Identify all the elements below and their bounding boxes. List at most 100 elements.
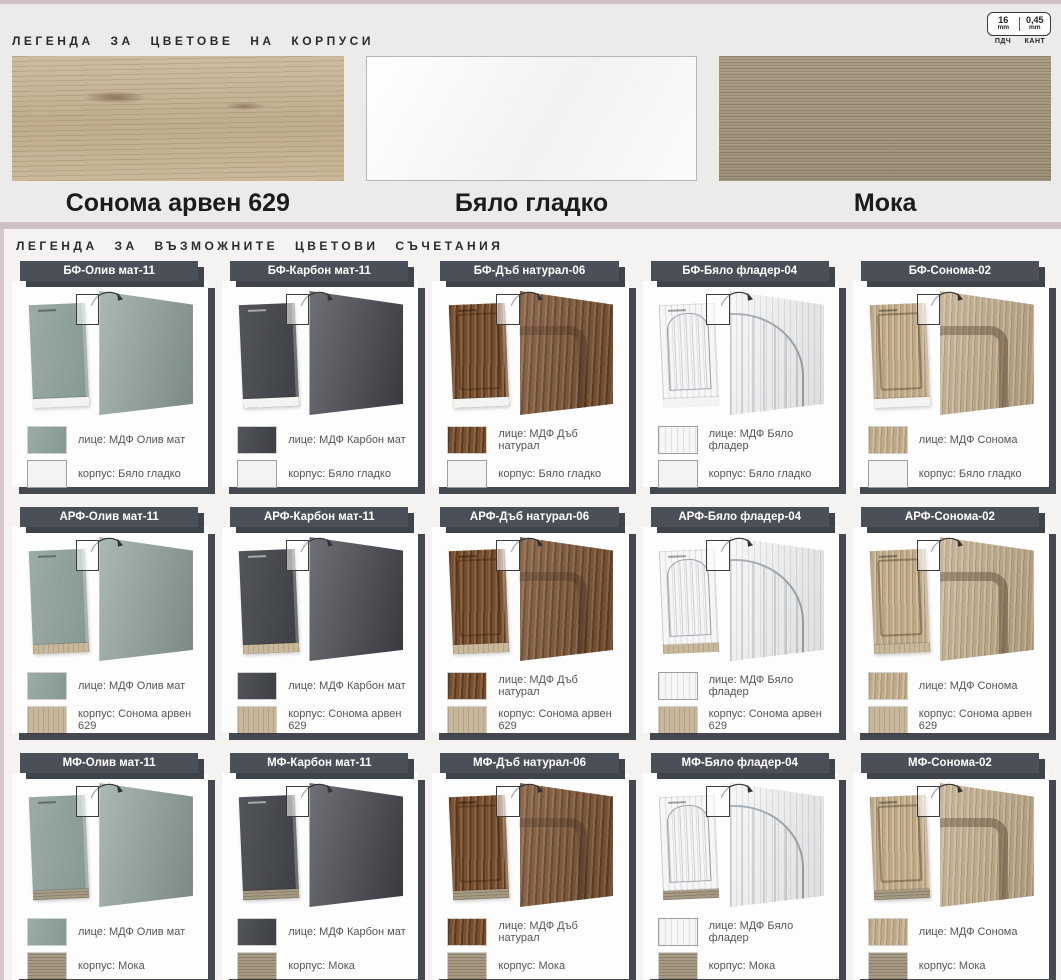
- body-label: корпус: Мока: [288, 960, 355, 972]
- body-label: корпус: Бяло гладко: [498, 468, 601, 480]
- card-legend: лице: МДФ Сонома корпус: Мока: [861, 919, 1041, 979]
- corpus-swatches: Сонома арвен 629 Бяло гладко Мока: [12, 56, 1051, 218]
- combination-card: АРФ-Сонома-02 лице: М: [853, 507, 1049, 733]
- door-panel-profile: [876, 559, 922, 638]
- card-header-bar: АРФ-Карбон мат-11: [230, 507, 408, 527]
- body-legend-row: корпус: Сонома арвен 629: [869, 707, 1041, 733]
- card-body: лице: МДФ Сонома корпус: Бяло гладко: [853, 281, 1049, 487]
- body-color-swatch: [659, 707, 697, 733]
- board-edge-box: 16 mm 0,45 mm: [987, 12, 1051, 36]
- combination-card: МФ-Бяло фладер-04 лиц: [643, 753, 839, 979]
- face-legend-row: лице: МДФ Олив мат: [28, 673, 200, 699]
- card-header-bar: АРФ-Дъб натурал-06: [440, 507, 618, 527]
- face-color-swatch: [448, 673, 486, 699]
- face-legend-row: лице: МДФ Бяло фладер: [659, 427, 831, 453]
- corpus-swatch-item: Сонома арвен 629: [12, 56, 344, 218]
- face-legend-row: лице: МДФ Бяло фладер: [659, 673, 831, 699]
- face-label: лице: МДФ Бяло фладер: [709, 920, 831, 944]
- door-corpus-strip: [873, 643, 929, 655]
- corpus-colors-section: ЛЕГЕНДА ЗА ЦВЕТОВЕ НА КОРПУСИ 16 mm 0,45…: [0, 4, 1061, 222]
- door-illustration: [20, 287, 200, 419]
- zoom-detail-icon: [706, 786, 729, 818]
- door-panel-profile: [666, 313, 712, 392]
- card-title: БФ-Дъб натурал-06: [474, 265, 586, 277]
- body-label: корпус: Сонома арвен 629: [919, 708, 1041, 732]
- body-legend-row: корпус: Мока: [869, 953, 1041, 979]
- zoom-detail-icon: [76, 540, 99, 572]
- body-color-swatch: [238, 953, 276, 979]
- edge-thickness: 0,45 mm: [1020, 16, 1051, 32]
- card-body: лице: МДФ Дъб натурал корпус: Мока: [432, 773, 628, 979]
- card-header-bar: БФ-Карбон мат-11: [230, 261, 408, 281]
- edge-label: КАНТ: [1019, 38, 1051, 45]
- card-body: лице: МДФ Олив мат корпус: Бяло гладко: [12, 281, 208, 487]
- door-illustration: [230, 533, 410, 665]
- face-legend-row: лице: МДФ Карбон мат: [238, 919, 410, 945]
- body-label: корпус: Мока: [498, 960, 565, 972]
- board-edge-labels: ПДЧ КАНТ: [987, 38, 1051, 45]
- body-label: корпус: Бяло гладко: [288, 468, 391, 480]
- face-label: лице: МДФ Дъб натурал: [498, 428, 620, 452]
- door-illustration: [651, 779, 831, 911]
- combination-card: АРФ-Карбон мат-11 лиц: [222, 507, 418, 733]
- door-illustration: [651, 287, 831, 419]
- body-color-swatch: [448, 953, 486, 979]
- face-label: лице: МДФ Сонома: [919, 680, 1018, 692]
- card-header-bar: БФ-Дъб натурал-06: [440, 261, 618, 281]
- face-label: лице: МДФ Бяло фладер: [709, 674, 831, 698]
- face-color-swatch: [28, 427, 66, 453]
- door-corpus-strip: [243, 397, 299, 409]
- card-title: БФ-Бяло фладер-04: [682, 265, 797, 277]
- door-illustration: [861, 779, 1041, 911]
- section-divider-strip: [0, 222, 1061, 229]
- card-header-bar: БФ-Бяло фладер-04: [651, 261, 829, 281]
- card-legend: лице: МДФ Карбон мат корпус: Сонома арве…: [230, 673, 410, 733]
- zoom-detail-icon: [917, 294, 940, 326]
- color-combinations-section: ЛЕГЕНДА ЗА ВЪЗМОЖНИТЕ ЦВЕТОВИ СЪЧЕТАНИЯ …: [0, 229, 1061, 980]
- door-illustration: [440, 779, 620, 911]
- body-color-swatch: [448, 707, 486, 733]
- combination-card: АРФ-Бяло фладер-04 ли: [643, 507, 839, 733]
- card-header-bar: БФ-Сонома-02: [861, 261, 1039, 281]
- card-title: МФ-Олив мат-11: [63, 757, 156, 769]
- body-label: корпус: Бяло гладко: [78, 468, 181, 480]
- door-illustration: [861, 287, 1041, 419]
- body-label: корпус: Бяло гладко: [709, 468, 812, 480]
- card-title: МФ-Карбон мат-11: [267, 757, 371, 769]
- door-corpus-strip: [873, 397, 929, 409]
- door-corpus-strip: [873, 889, 929, 901]
- swatch-label: Сонома арвен 629: [12, 189, 344, 218]
- combination-card: БФ-Сонома-02 лице: МД: [853, 261, 1049, 487]
- combination-card: МФ-Олив мат-11 лице:: [12, 753, 208, 979]
- board-thickness: 16 mm: [988, 16, 1019, 32]
- body-label: корпус: Бяло гладко: [919, 468, 1022, 480]
- body-legend-row: корпус: Сонома арвен 629: [448, 707, 620, 733]
- face-legend-row: лице: МДФ Сонома: [869, 427, 1041, 453]
- face-legend-row: лице: МДФ Олив мат: [28, 919, 200, 945]
- door-corpus-strip: [453, 889, 509, 901]
- door-corpus-strip: [33, 889, 89, 901]
- board-label: ПДЧ: [987, 38, 1019, 45]
- card-body: лице: МДФ Дъб натурал корпус: Бяло гладк…: [432, 281, 628, 487]
- door-detail-profile: [507, 818, 588, 927]
- card-title: АРФ-Сонома-02: [905, 511, 995, 523]
- door-illustration: [440, 533, 620, 665]
- body-legend-row: корпус: Мока: [28, 953, 200, 979]
- combination-card: БФ-Бяло фладер-04 лиц: [643, 261, 839, 487]
- face-legend-row: лице: МДФ Карбон мат: [238, 673, 410, 699]
- swatch-label: Мока: [719, 189, 1051, 218]
- card-body: лице: МДФ Бяло фладер корпус: Сонома арв…: [643, 527, 839, 733]
- face-color-swatch: [869, 673, 907, 699]
- body-legend-row: корпус: Бяло гладко: [28, 461, 200, 487]
- body-label: корпус: Сонома арвен 629: [709, 708, 831, 732]
- card-title: БФ-Карбон мат-11: [268, 265, 371, 277]
- body-legend-row: корпус: Бяло гладко: [448, 461, 620, 487]
- face-legend-row: лице: МДФ Дъб натурал: [448, 919, 620, 945]
- door-corpus-strip: [33, 643, 89, 655]
- combination-card: БФ-Олив мат-11 лице:: [12, 261, 208, 487]
- card-legend: лице: МДФ Олив мат корпус: Сонома арвен …: [20, 673, 200, 733]
- door-panel-profile: [456, 313, 502, 392]
- card-legend: лице: МДФ Карбон мат корпус: Мока: [230, 919, 410, 979]
- card-title: МФ-Бяло фладер-04: [681, 757, 797, 769]
- door-detail-profile: [927, 326, 1008, 435]
